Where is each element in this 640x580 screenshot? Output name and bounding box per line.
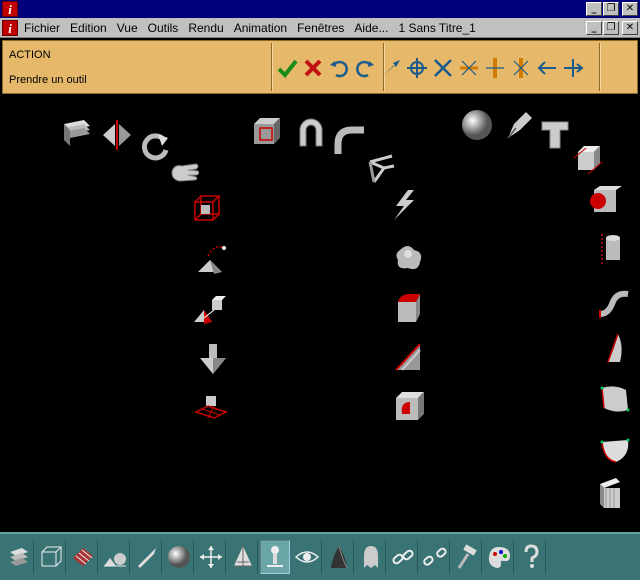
sphere-icon[interactable] [164, 540, 194, 574]
action-status: Prendre un outil [9, 74, 87, 86]
cross-icon[interactable] [301, 55, 325, 81]
chain-icon[interactable] [388, 540, 418, 574]
x-axis-icon[interactable] [431, 55, 455, 81]
chain-broken-icon[interactable] [420, 540, 450, 574]
target-icon[interactable] [405, 55, 429, 81]
layers-3d-icon[interactable] [60, 116, 94, 150]
ghost-icon[interactable] [356, 540, 386, 574]
minimize-button[interactable]: _ [586, 2, 602, 16]
nib-pen-icon[interactable] [502, 108, 536, 142]
action-title: ACTION [9, 49, 51, 61]
pick-arrow-icon[interactable] [379, 55, 403, 81]
axis-orange-2-icon[interactable] [509, 55, 533, 81]
brick-icon[interactable] [68, 540, 98, 574]
cube-section-icon[interactable] [572, 144, 606, 178]
chamfer-icon[interactable] [392, 340, 426, 374]
grid-pyramid-icon[interactable] [228, 540, 258, 574]
menu-document[interactable]: 1 Sans Titre_1 [398, 21, 475, 35]
menu-animation[interactable]: Animation [234, 21, 287, 35]
app-window: i _ ❐ ✕ i Fichier Edition Vue Outils Ren… [0, 0, 640, 580]
rotate-icon[interactable] [138, 130, 172, 164]
boolean-cube-icon[interactable] [250, 116, 284, 150]
eye-icon[interactable] [292, 540, 322, 574]
cone-icon[interactable] [324, 540, 354, 574]
doc-restore-button[interactable]: ❐ [603, 21, 619, 35]
palette-icon[interactable] [484, 540, 514, 574]
menu-aide[interactable]: Aide... [354, 21, 388, 35]
doc-close-button[interactable]: ✕ [622, 21, 638, 35]
menu-fenetres[interactable]: Fenêtres [297, 21, 344, 35]
pyramid-cube-icon[interactable] [192, 294, 226, 328]
axis-orange-icon[interactable] [483, 55, 507, 81]
check-icon[interactable] [275, 55, 299, 81]
separator [599, 43, 601, 91]
cutout-block-icon[interactable] [392, 390, 426, 424]
cylinder-cut-icon[interactable] [588, 184, 622, 218]
menu-outils[interactable]: Outils [148, 21, 179, 35]
coons-patch-icon[interactable] [598, 432, 632, 466]
doc-minimize-button[interactable]: _ [586, 21, 602, 35]
close-button[interactable]: ✕ [622, 2, 638, 16]
help-icon[interactable] [516, 540, 546, 574]
menu-edition[interactable]: Edition [70, 21, 107, 35]
text-3d-icon[interactable] [538, 118, 572, 152]
action-bar: ACTION Prendre un outil [2, 40, 638, 94]
sweep-curve-icon[interactable] [598, 286, 632, 320]
lightning-icon[interactable] [386, 188, 420, 222]
mirror-icon[interactable] [100, 118, 134, 152]
cylinder-axis-icon[interactable] [596, 232, 630, 266]
menu-bar: i Fichier Edition Vue Outils Rendu Anima… [0, 18, 640, 38]
fillet-block-icon[interactable] [392, 290, 426, 324]
magnet-icon[interactable] [294, 116, 328, 150]
blob-icon[interactable] [392, 240, 426, 274]
extrude-base-icon[interactable] [194, 392, 228, 426]
revolve-icon[interactable] [598, 332, 632, 366]
sphere-3d-icon[interactable] [460, 108, 494, 142]
title-bar: i _ ❐ ✕ [0, 0, 640, 18]
pen-icon[interactable] [132, 540, 162, 574]
menu-rendu[interactable]: Rendu [188, 21, 223, 35]
figure-icon[interactable] [260, 540, 290, 574]
bottom-toolbar [0, 532, 640, 580]
viewport-3d[interactable] [0, 96, 640, 532]
menu-fichier[interactable]: Fichier [24, 21, 60, 35]
redo-icon[interactable] [353, 55, 377, 81]
arrow-left-icon[interactable] [535, 55, 559, 81]
undo-icon[interactable] [327, 55, 351, 81]
layers-icon[interactable] [4, 540, 34, 574]
move-arrows-icon[interactable] [196, 540, 226, 574]
move-cross-icon[interactable] [561, 55, 585, 81]
surface-patch-icon[interactable] [598, 382, 632, 416]
pyramid-arc-icon[interactable] [194, 242, 228, 276]
menu-vue[interactable]: Vue [117, 21, 138, 35]
document-logo-icon[interactable]: i [2, 20, 18, 36]
primitives-icon[interactable] [100, 540, 130, 574]
extrude-down-icon[interactable] [196, 342, 230, 376]
hammer-icon[interactable] [452, 540, 482, 574]
bend-pipe-icon[interactable] [334, 124, 368, 158]
separator [271, 43, 273, 91]
cross-orange-icon[interactable] [457, 55, 481, 81]
restore-button[interactable]: ❐ [603, 2, 619, 16]
wire-cube-icon[interactable] [190, 192, 224, 226]
cube-wire-icon[interactable] [36, 540, 66, 574]
app-logo-icon: i [2, 1, 18, 17]
hand-grab-icon[interactable] [168, 154, 202, 188]
pliers-icon[interactable] [364, 152, 398, 186]
book-icon[interactable] [594, 476, 628, 510]
